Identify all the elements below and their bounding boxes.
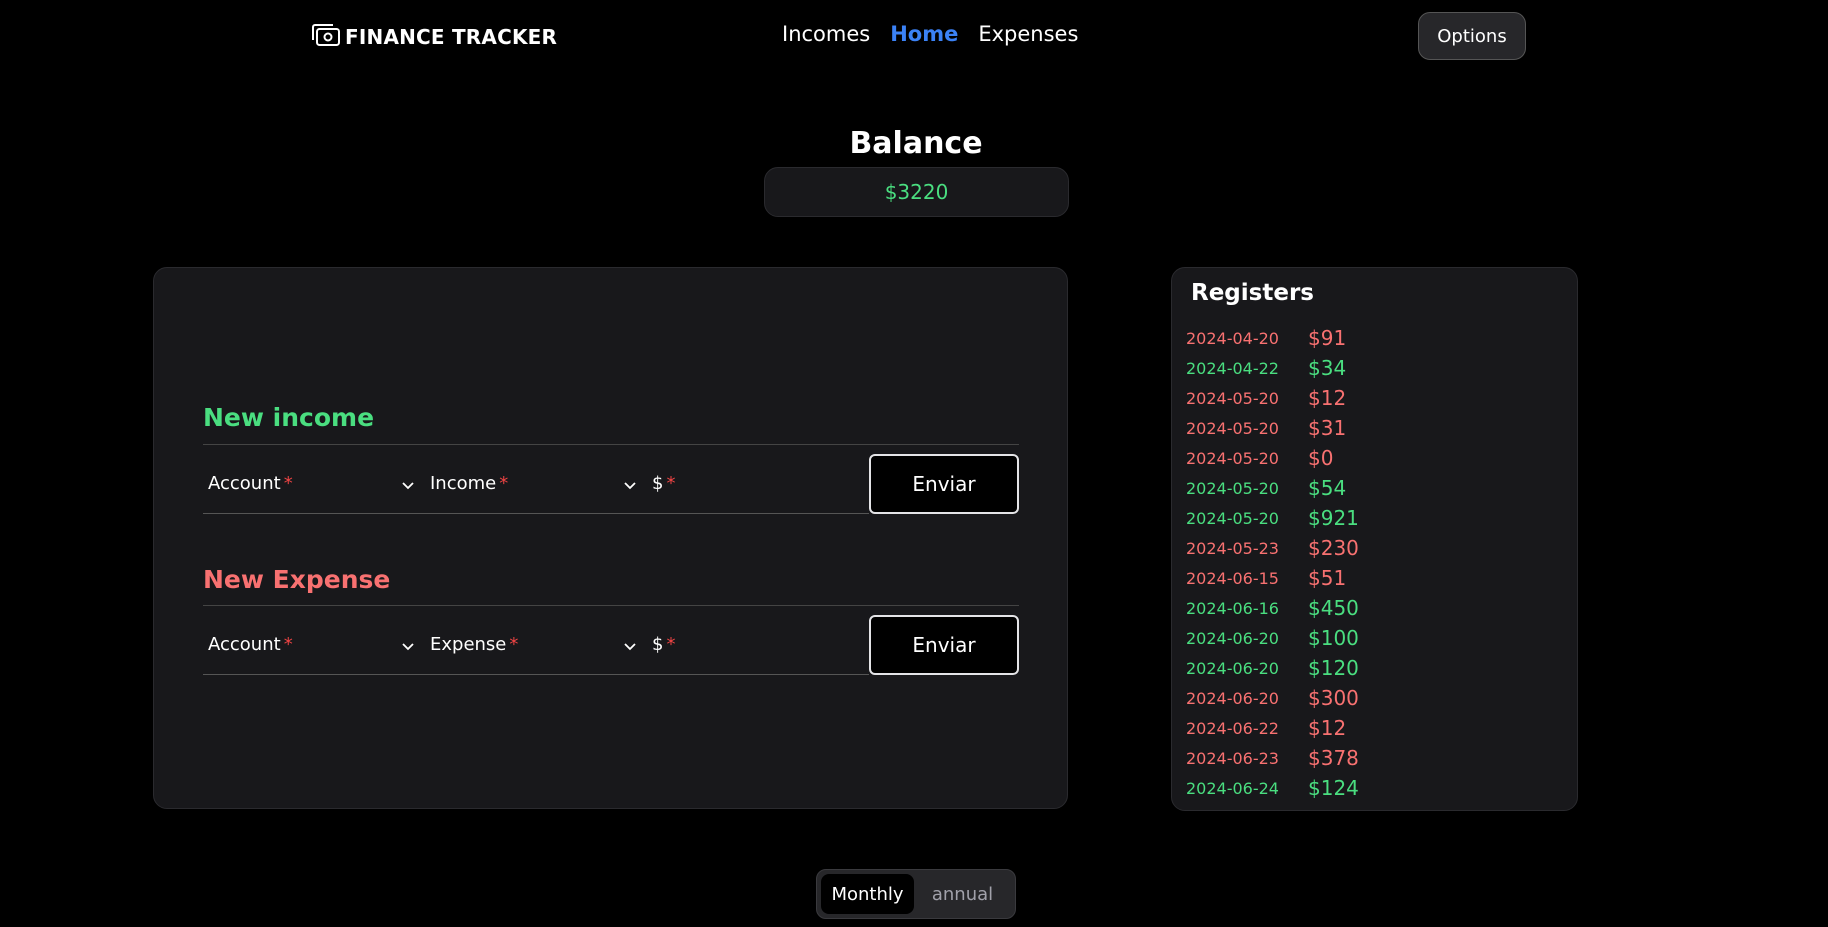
register-date: 2024-05-20: [1186, 508, 1279, 528]
required-mark: *: [499, 473, 509, 494]
register-date: 2024-06-20: [1186, 658, 1279, 678]
income-category-label: Income: [430, 473, 497, 494]
toggle-annual[interactable]: annual: [914, 874, 1011, 914]
register-amount: $300: [1308, 686, 1359, 710]
required-mark: *: [666, 634, 676, 655]
expense-divider: [203, 605, 1019, 606]
register-date: 2024-05-20: [1186, 478, 1279, 498]
register-amount: $124: [1308, 776, 1359, 800]
register-row: 2024-05-20 $0: [1186, 443, 1359, 473]
register-row: 2024-06-20 $300: [1186, 683, 1359, 713]
account-label: Account: [208, 634, 281, 655]
account-label: Account: [208, 473, 281, 494]
register-date: 2024-06-22: [1186, 718, 1279, 738]
register-date: 2024-05-23: [1186, 538, 1279, 558]
register-amount: $12: [1308, 716, 1347, 740]
required-mark: *: [509, 634, 519, 655]
register-date: 2024-06-24: [1186, 778, 1279, 798]
register-amount: $51: [1308, 566, 1347, 590]
register-date: 2024-04-22: [1186, 358, 1279, 378]
register-date: 2024-05-20: [1186, 388, 1279, 408]
register-row: 2024-06-24 $124: [1186, 773, 1359, 803]
register-amount: $230: [1308, 536, 1359, 560]
options-button[interactable]: Options: [1418, 12, 1526, 60]
register-amount: $450: [1308, 596, 1359, 620]
register-amount: $34: [1308, 356, 1347, 380]
expense-form-row: Account * Expense * $ * Enviar: [203, 615, 1019, 675]
register-amount: $921: [1308, 506, 1359, 530]
register-row: 2024-06-20 $120: [1186, 653, 1359, 683]
register-row: 2024-06-20 $100: [1186, 623, 1359, 653]
chevron-down-icon: [401, 476, 415, 497]
register-date: 2024-06-16: [1186, 598, 1279, 618]
registers-title: Registers: [1191, 280, 1314, 306]
amount-label: $: [652, 634, 664, 655]
register-date: 2024-06-20: [1186, 688, 1279, 708]
expense-account-select[interactable]: Account *: [203, 615, 425, 675]
register-amount: $91: [1308, 326, 1347, 350]
required-mark: *: [666, 473, 676, 494]
register-amount: $54: [1308, 476, 1347, 500]
register-row: 2024-05-23 $230: [1186, 533, 1359, 563]
register-row: 2024-04-22 $34: [1186, 353, 1359, 383]
chevron-down-icon: [623, 476, 637, 497]
required-mark: *: [283, 634, 293, 655]
period-toggle: Monthly annual: [816, 869, 1016, 919]
registers-list: 2024-04-20 $91 2024-04-22 $34 2024-05-20 $12 2…: [1186, 323, 1359, 803]
register-amount: $12: [1308, 386, 1347, 410]
register-row: 2024-05-20 $54: [1186, 473, 1359, 503]
income-submit-button[interactable]: Enviar: [869, 454, 1019, 514]
register-amount: $100: [1308, 626, 1359, 650]
main-nav: Incomes Home Expenses: [782, 22, 1078, 46]
register-amount: $0: [1308, 446, 1334, 470]
register-row: 2024-06-23 $378: [1186, 743, 1359, 773]
expense-category-select[interactable]: Expense *: [425, 615, 647, 675]
register-amount: $378: [1308, 746, 1359, 770]
register-date: 2024-06-23: [1186, 748, 1279, 768]
transaction-form-card: New income Account * Income * $ * Enviar Ne…: [153, 267, 1068, 809]
required-mark: *: [283, 473, 293, 494]
income-form-row: Account * Income * $ * Enviar: [203, 454, 1019, 514]
new-expense-title: New Expense: [203, 565, 391, 594]
register-row: 2024-04-20 $91: [1186, 323, 1359, 353]
register-row: 2024-06-16 $450: [1186, 593, 1359, 623]
register-amount: $31: [1308, 416, 1347, 440]
register-date: 2024-06-15: [1186, 568, 1279, 588]
register-date: 2024-06-20: [1186, 628, 1279, 648]
income-account-select[interactable]: Account *: [203, 454, 425, 514]
chevron-down-icon: [401, 637, 415, 658]
registers-panel: Registers 2024-04-20 $91 2024-04-22 $34 2024…: [1171, 267, 1578, 811]
register-amount: $120: [1308, 656, 1359, 680]
register-row: 2024-05-20 $31: [1186, 413, 1359, 443]
register-date: 2024-04-20: [1186, 328, 1279, 348]
new-income-title: New income: [203, 403, 375, 432]
register-date: 2024-05-20: [1186, 418, 1279, 438]
nav-home[interactable]: Home: [890, 22, 958, 46]
balance-value: $3220: [764, 167, 1069, 217]
register-row: 2024-05-20 $921: [1186, 503, 1359, 533]
register-row: 2024-06-22 $12: [1186, 713, 1359, 743]
balance-title: Balance: [849, 126, 983, 161]
expense-category-label: Expense: [430, 634, 507, 655]
register-date: 2024-05-20: [1186, 448, 1279, 468]
register-row: 2024-06-15 $51: [1186, 563, 1359, 593]
register-row: 2024-05-20 $12: [1186, 383, 1359, 413]
chevron-down-icon: [623, 637, 637, 658]
income-category-select[interactable]: Income *: [425, 454, 647, 514]
app-title: FINANCE TRACKER: [345, 25, 558, 49]
expense-submit-button[interactable]: Enviar: [869, 615, 1019, 675]
amount-label: $: [652, 473, 664, 494]
income-divider: [203, 444, 1019, 445]
expense-amount-input[interactable]: $ *: [647, 615, 869, 675]
nav-expenses[interactable]: Expenses: [978, 22, 1078, 46]
income-amount-input[interactable]: $ *: [647, 454, 869, 514]
app-logo[interactable]: FINANCE TRACKER: [311, 22, 557, 52]
money-bill-icon: [311, 22, 341, 52]
toggle-monthly[interactable]: Monthly: [821, 874, 915, 914]
nav-incomes[interactable]: Incomes: [782, 22, 870, 46]
